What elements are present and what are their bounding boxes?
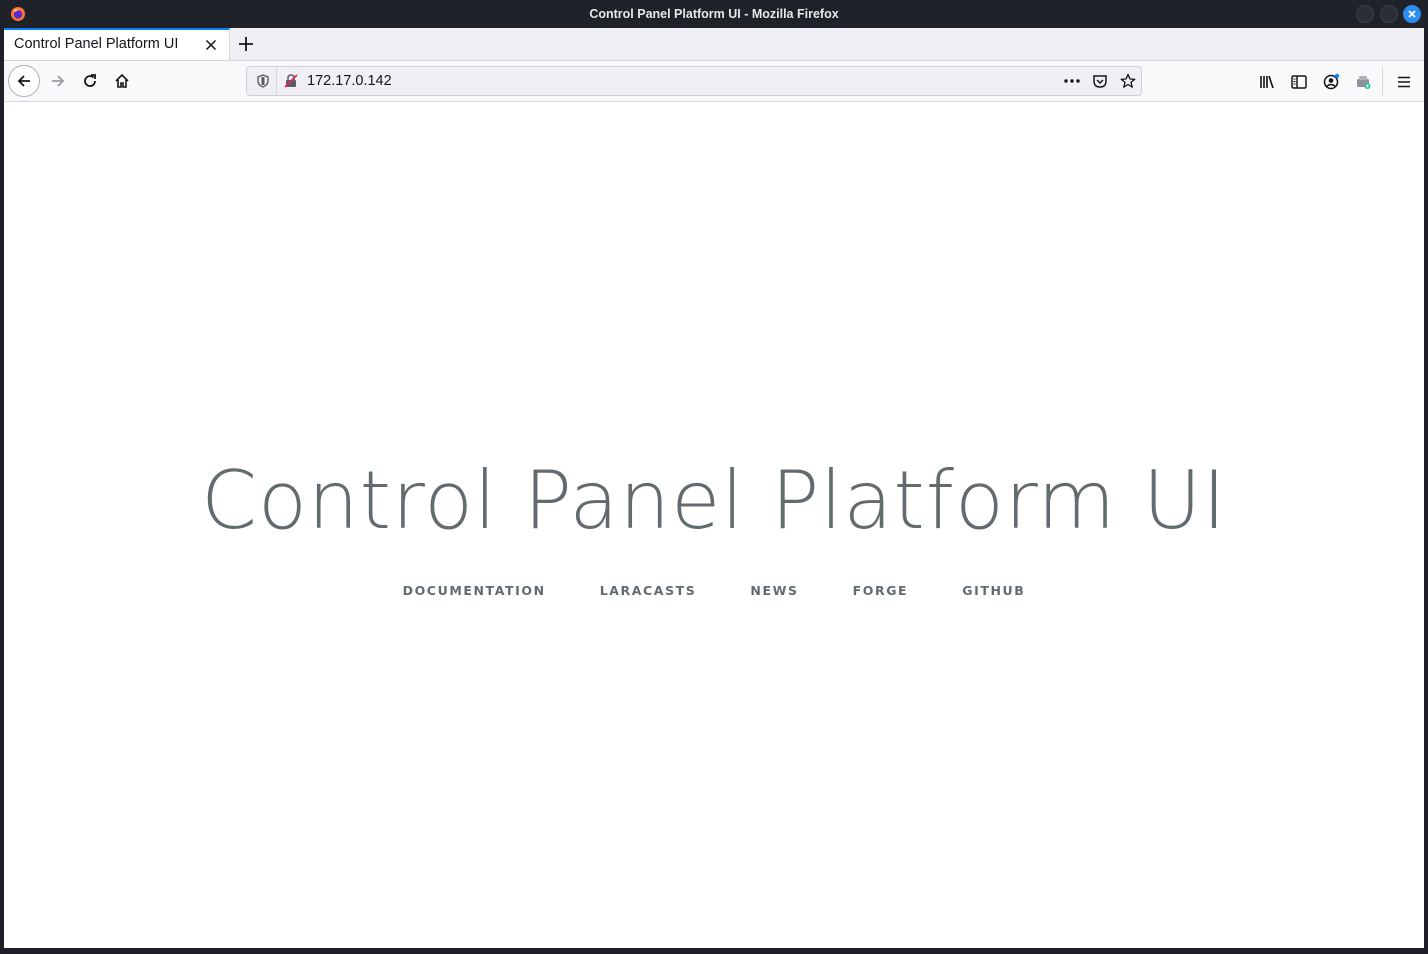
- account-icon[interactable]: [1322, 73, 1340, 91]
- sidebar-icon[interactable]: [1290, 73, 1308, 91]
- tab-close-icon[interactable]: [203, 37, 219, 53]
- page-actions-icon[interactable]: [1062, 73, 1082, 89]
- link-news[interactable]: News: [723, 583, 825, 598]
- back-icon[interactable]: [8, 65, 40, 97]
- close-icon[interactable]: [1403, 5, 1421, 23]
- navigation-toolbar: 172.17.0.142: [4, 61, 1424, 102]
- reload-icon[interactable]: [74, 65, 106, 97]
- bookmark-star-icon[interactable]: [1120, 73, 1136, 89]
- nav-links: Documentation Laracasts News Forge GitHu…: [4, 583, 1424, 598]
- toolbar-separator: [1382, 67, 1383, 95]
- home-icon[interactable]: [106, 65, 138, 97]
- minimize-icon[interactable]: [1356, 5, 1374, 23]
- url-bar[interactable]: 172.17.0.142: [246, 66, 1142, 96]
- link-github[interactable]: GitHub: [935, 583, 1052, 598]
- link-forge[interactable]: Forge: [826, 583, 936, 598]
- page-content: Control Panel Platform UI Documentation …: [4, 102, 1424, 948]
- library-icon[interactable]: [1258, 73, 1276, 91]
- maximize-icon[interactable]: [1380, 5, 1398, 23]
- tab-active[interactable]: Control Panel Platform UI: [4, 28, 230, 60]
- tab-title: Control Panel Platform UI: [14, 36, 179, 52]
- menu-icon[interactable]: [1395, 73, 1413, 91]
- insecure-lock-icon[interactable]: [283, 73, 299, 89]
- firefox-icon: [11, 7, 25, 21]
- url-text[interactable]: 172.17.0.142: [307, 73, 392, 89]
- page-title: Control Panel Platform UI: [201, 454, 1227, 547]
- tracking-shield-icon[interactable]: [255, 73, 271, 89]
- new-tab-icon[interactable]: [236, 34, 256, 54]
- window-titlebar: Control Panel Platform UI - Mozilla Fire…: [0, 0, 1428, 28]
- link-laracasts[interactable]: Laracasts: [573, 583, 724, 598]
- urlbar-separator: [276, 67, 277, 95]
- window-title: Control Panel Platform UI - Mozilla Fire…: [589, 7, 839, 21]
- link-documentation[interactable]: Documentation: [376, 583, 573, 598]
- extension-icon[interactable]: [1354, 73, 1372, 91]
- pocket-icon[interactable]: [1092, 73, 1108, 89]
- tab-strip: Control Panel Platform UI: [4, 28, 1424, 61]
- browser-window: Control Panel Platform UI - Mozilla Fire…: [0, 0, 1428, 954]
- forward-icon[interactable]: [42, 65, 74, 97]
